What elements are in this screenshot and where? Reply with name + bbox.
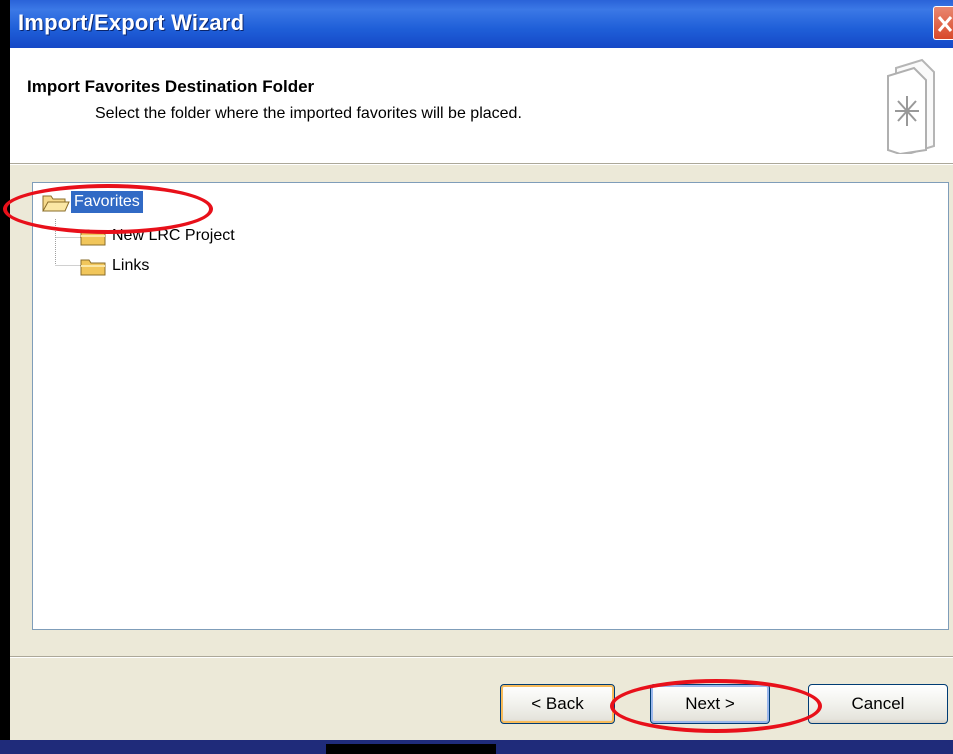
folder-open-icon: [42, 195, 70, 212]
page-title: Import Favorites Destination Folder: [27, 77, 315, 96]
header-divider: [10, 163, 953, 165]
screenshot-frame: Import/Export Wizard Import Favorites De…: [0, 0, 953, 754]
folder-icon: [80, 259, 106, 276]
cancel-button[interactable]: Cancel: [808, 684, 948, 724]
page-subtitle: Select the folder where the imported fav…: [95, 105, 522, 122]
close-button[interactable]: [933, 6, 953, 40]
tree-node-label: Links: [112, 257, 150, 274]
favorites-doc-icon: [887, 58, 935, 154]
footer-divider: [10, 656, 953, 658]
tree-node-favorites[interactable]: Favorites: [41, 189, 143, 215]
next-button[interactable]: Next >: [650, 684, 770, 724]
taskbar-fragment: [326, 744, 496, 754]
back-button[interactable]: < Back: [500, 684, 615, 724]
folder-icon: [80, 229, 106, 246]
tree-node-new-lrc-project[interactable]: New LRC Project: [79, 223, 238, 249]
taskbar-strip: [0, 740, 953, 754]
tree-node-label: Favorites: [71, 191, 143, 213]
title-bar: Import/Export Wizard: [10, 0, 953, 48]
tree-node-label: New LRC Project: [112, 227, 235, 244]
close-icon: [937, 16, 953, 32]
tree-node-links[interactable]: Links: [79, 253, 152, 279]
folder-tree[interactable]: Favorites New LRC Project Links: [32, 182, 949, 630]
window-title: Import/Export Wizard: [18, 10, 245, 35]
wizard-body: Import Favorites Destination Folder Sele…: [10, 48, 953, 740]
wizard-header: Import Favorites Destination Folder Sele…: [10, 48, 953, 163]
